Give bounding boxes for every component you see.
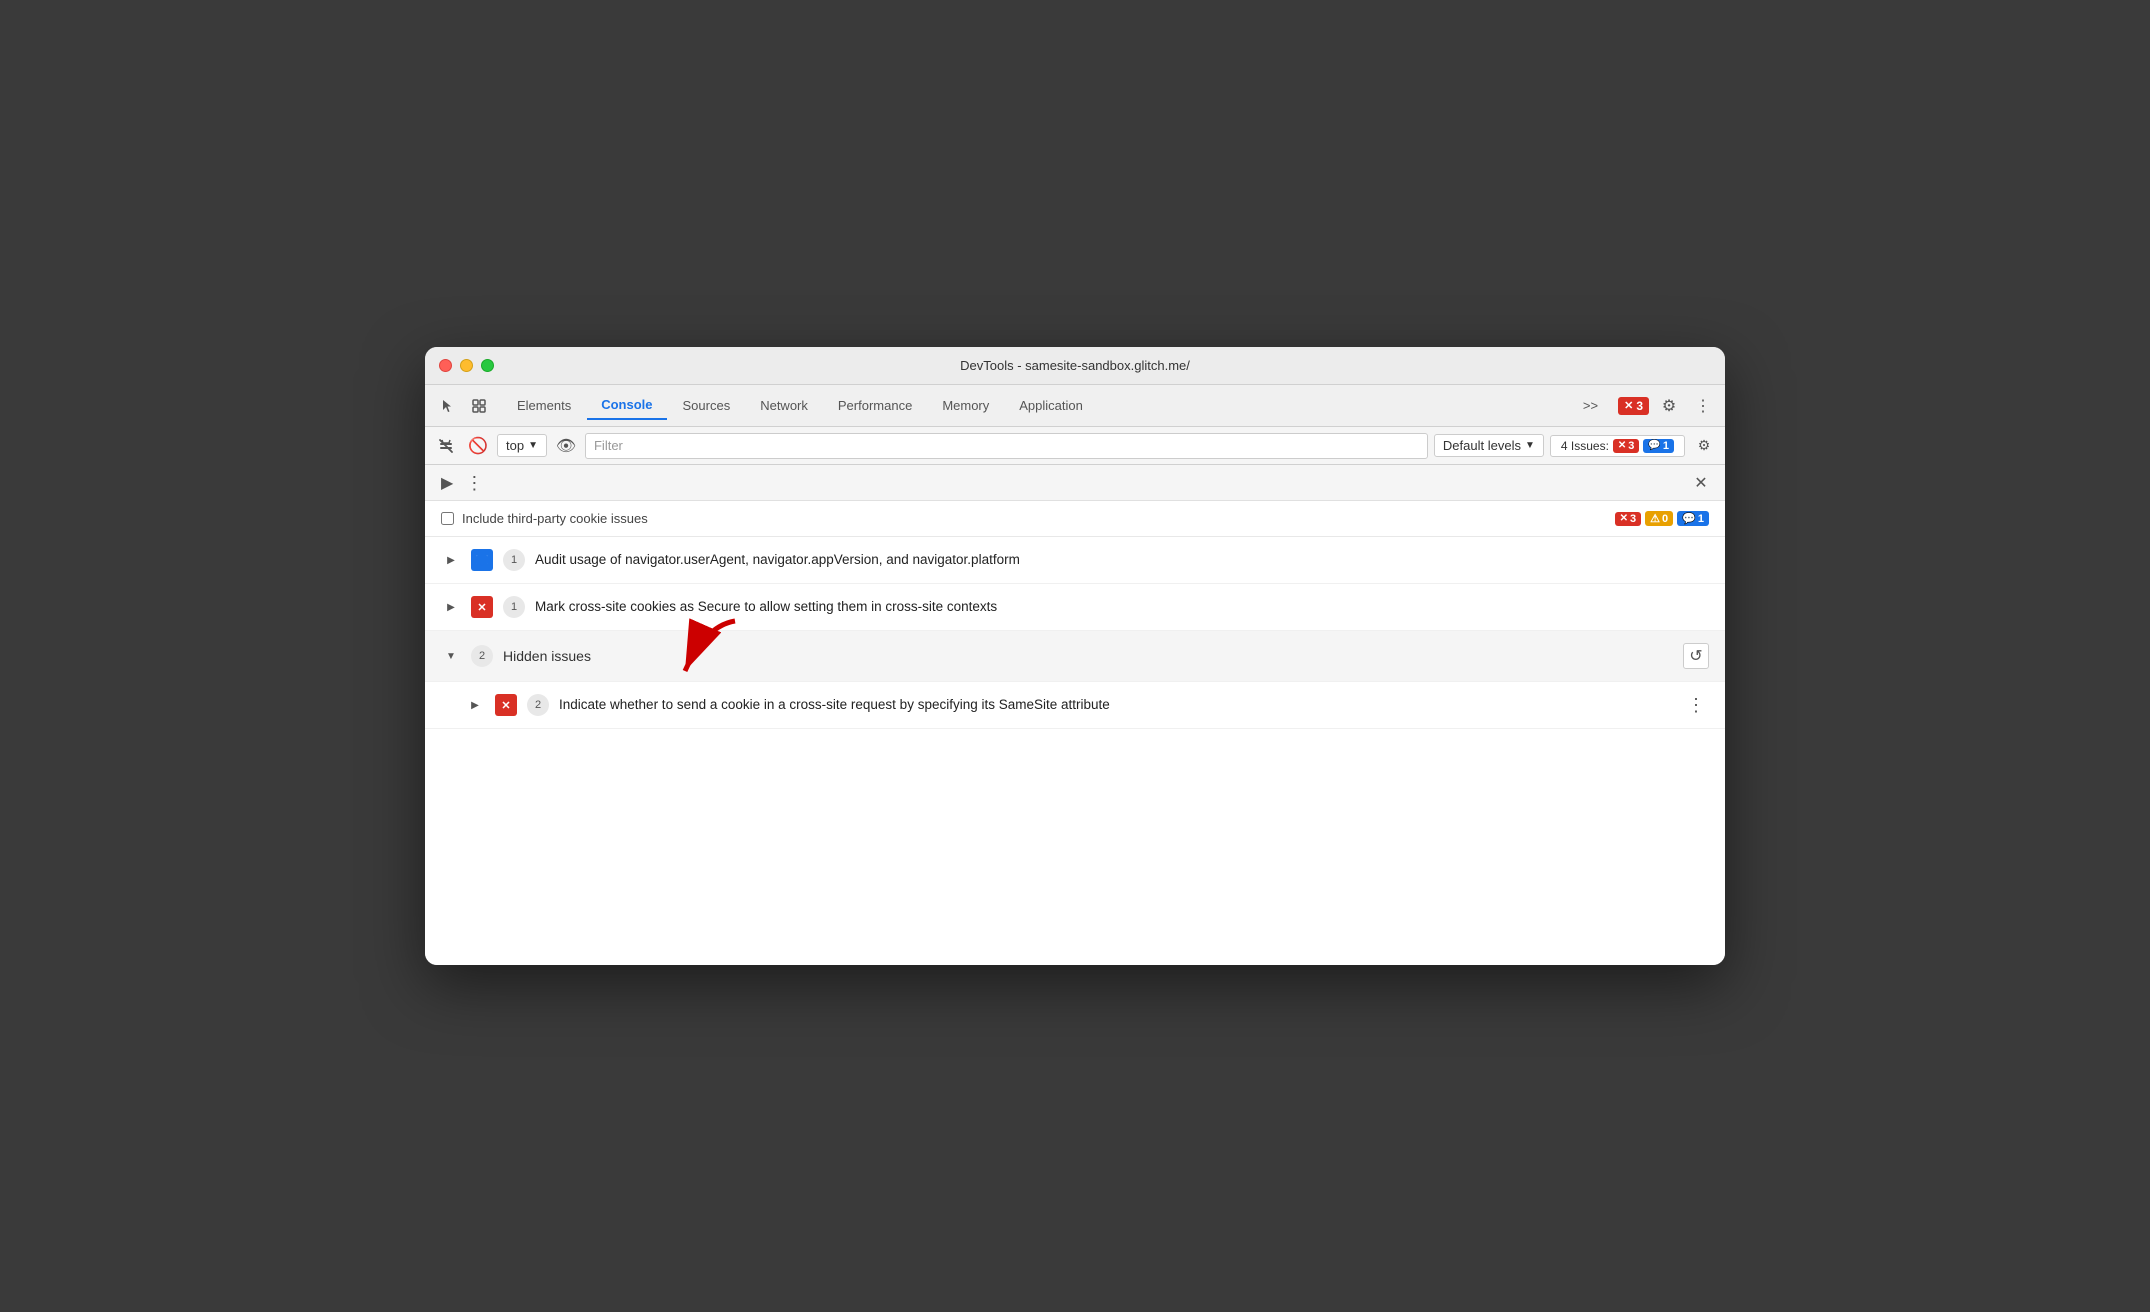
nested-issue-more-icon[interactable]: ⋮ (1683, 695, 1709, 716)
chevron-down-icon: ▼ (528, 440, 538, 451)
tab-memory[interactable]: Memory (928, 392, 1003, 419)
issue-count-2: 1 (503, 596, 525, 618)
tab-bar: Elements Console Sources Network Perform… (425, 385, 1725, 427)
issues-badge[interactable]: 4 Issues: ✕ 3 💬 1 (1550, 435, 1685, 457)
nested-issue-count: 2 (527, 694, 549, 716)
title-bar: DevTools - samesite-sandbox.glitch.me/ (425, 347, 1725, 385)
third-party-label: Include third-party cookie issues (462, 511, 648, 526)
console-content: ▶ ⋮ ✕ Include third-party cookie issues … (425, 465, 1725, 965)
issue-row-2[interactable]: ▶ ✕ 1 Mark cross-site cookies as Secure … (425, 584, 1725, 631)
issue-row-1[interactable]: ▶ 1 Audit usage of navigator.userAgent, … (425, 537, 1725, 584)
devtools-window: DevTools - samesite-sandbox.glitch.me/ E… (425, 347, 1725, 965)
tab-elements[interactable]: Elements (503, 392, 585, 419)
expand-arrow-2[interactable]: ▶ (441, 597, 461, 617)
more-options-icon[interactable]: ⋮ (1689, 392, 1717, 420)
issues-x-icon: ✕ (1618, 440, 1626, 451)
reload-button[interactable]: ↺ (1683, 643, 1709, 669)
error-count-badge: ✕ 3 (1618, 397, 1649, 415)
tab-sources[interactable]: Sources (669, 392, 745, 419)
header-warning-badge: ⚠ 0 (1645, 511, 1673, 526)
block-requests-button[interactable]: 🚫 (465, 433, 491, 459)
header-warning-icon: ⚠ (1650, 512, 1660, 525)
filter-input[interactable] (585, 433, 1428, 459)
levels-selector[interactable]: Default levels ▼ (1434, 434, 1544, 457)
console-settings-icon[interactable]: ⚙ (1691, 433, 1717, 459)
issue-text-2: Mark cross-site cookies as Secure to all… (535, 598, 1709, 617)
context-selector[interactable]: top ▼ (497, 434, 547, 457)
toolbar: 🚫 top ▼ 👁 Default levels ▼ 4 Issues: ✕ 3… (425, 427, 1725, 465)
settings-icon[interactable]: ⚙ (1655, 392, 1683, 420)
minimize-window-button[interactable] (460, 359, 473, 372)
cursor-icon[interactable] (433, 392, 461, 420)
error-x-icon: ✕ (1624, 399, 1633, 412)
tab-bar-icons (433, 392, 493, 420)
expand-arrow-nested[interactable]: ▶ (465, 695, 485, 715)
close-panel-button[interactable]: ✕ (1689, 471, 1713, 495)
traffic-lights (439, 359, 494, 372)
issues-header-row: Include third-party cookie issues ✕ 3 ⚠ … (425, 501, 1725, 537)
issues-info-badge: 💬 1 (1643, 439, 1674, 453)
window-title: DevTools - samesite-sandbox.glitch.me/ (960, 358, 1190, 373)
nested-issue-icon: ✕ (495, 694, 517, 716)
tab-right-actions: >> ✕ 3 ⚙ ⋮ (1569, 392, 1717, 420)
clear-console-button[interactable] (433, 433, 459, 459)
nested-issue-row[interactable]: ▶ ✕ 2 Indicate whether to send a cookie … (425, 682, 1725, 729)
header-info-icon: 💬 (1682, 512, 1696, 525)
close-window-button[interactable] (439, 359, 452, 372)
tab-network[interactable]: Network (746, 392, 822, 419)
header-badges: ✕ 3 ⚠ 0 💬 1 (1615, 511, 1709, 526)
collapse-arrow-hidden[interactable]: ▼ (441, 646, 461, 666)
console-top-bar: ▶ ⋮ ✕ (425, 465, 1725, 501)
expand-arrow-1[interactable]: ▶ (441, 550, 461, 570)
issue-text-1: Audit usage of navigator.userAgent, navi… (535, 551, 1709, 570)
third-party-checkbox-area: Include third-party cookie issues (441, 511, 648, 526)
third-party-checkbox[interactable] (441, 512, 454, 525)
tab-application[interactable]: Application (1005, 392, 1097, 419)
issue-icon-2: ✕ (471, 596, 493, 618)
header-x-icon: ✕ (1620, 513, 1628, 524)
hidden-issues-section[interactable]: ▼ 2 Hidden issues ↺ (425, 631, 1725, 682)
issues-info-icon: 💬 (1648, 440, 1660, 451)
console-play-button[interactable]: ▶ (437, 471, 457, 495)
nested-issue-text: Indicate whether to send a cookie in a c… (559, 696, 1673, 715)
console-more-icon[interactable]: ⋮ (465, 474, 483, 492)
issue-icon-1 (471, 549, 493, 571)
hidden-count-badge: 2 (471, 645, 493, 667)
hidden-issues-title: Hidden issues (503, 648, 591, 664)
tab-performance[interactable]: Performance (824, 392, 926, 419)
more-tabs-button[interactable]: >> (1569, 392, 1612, 419)
issue-count-1: 1 (503, 549, 525, 571)
issues-area: Include third-party cookie issues ✕ 3 ⚠ … (425, 501, 1725, 729)
tab-console[interactable]: Console (587, 391, 666, 420)
header-error-badge: ✕ 3 (1615, 512, 1642, 526)
maximize-window-button[interactable] (481, 359, 494, 372)
levels-chevron-icon: ▼ (1525, 440, 1535, 451)
eye-icon[interactable]: 👁 (553, 433, 579, 459)
header-info-badge: 💬 1 (1677, 511, 1709, 526)
inspect-icon[interactable] (465, 392, 493, 420)
issues-error-badge: ✕ 3 (1613, 439, 1640, 453)
